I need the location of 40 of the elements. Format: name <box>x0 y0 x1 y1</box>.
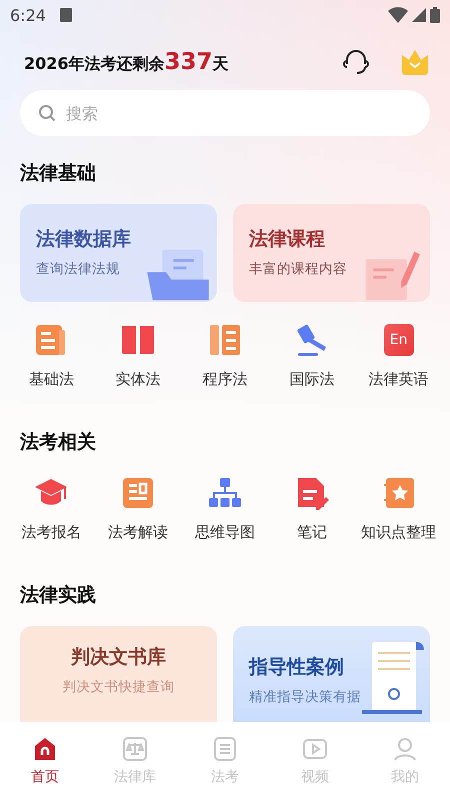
home-icon <box>32 736 58 762</box>
search-field[interactable]: 搜索 <box>20 90 430 136</box>
exam-countdown: 2026年法考还剩余337天 <box>24 49 230 75</box>
card-title: 法律数据库 <box>36 227 131 252</box>
section-title: 法律基础 <box>20 161 97 186</box>
card-title: 判决文书库 <box>71 645 166 670</box>
feature-card[interactable]: 法律课程 丰富的课程内容 <box>233 204 430 302</box>
shortcut-item[interactable]: 笔记 <box>268 475 356 542</box>
shortcut-item[interactable]: 程序法 <box>182 322 268 389</box>
shortcut-item[interactable]: 思维导图 <box>182 475 268 542</box>
section-title: 法考相关 <box>20 430 97 455</box>
signal-icon <box>412 8 426 22</box>
feature-card[interactable]: 法律数据库 查询法律法规 <box>20 204 217 302</box>
tab-bar-item[interactable]: 首页 <box>0 722 90 800</box>
shortcut-item[interactable]: 国际法 <box>268 322 356 389</box>
document-icon <box>212 736 238 762</box>
person-icon <box>392 736 418 762</box>
shortcut-item[interactable]: 基础法 <box>8 322 95 389</box>
card-subtitle: 判决文书快捷查询 <box>62 678 176 696</box>
video-icon <box>302 736 328 762</box>
english-icon: En <box>384 324 414 356</box>
feature-card[interactable]: 指导性案例 精准指导决策有据 <box>233 626 430 722</box>
card-subtitle: 查询法律法规 <box>36 260 121 278</box>
scale-icon <box>122 736 148 762</box>
shortcut-item[interactable]: 知识点整理 <box>355 475 442 542</box>
card-title: 指导性案例 <box>249 655 344 680</box>
search-icon <box>38 104 56 122</box>
shortcut-item[interactable]: En 法律英语 <box>355 322 442 389</box>
card-subtitle: 丰富的课程内容 <box>249 260 348 278</box>
shortcut-item[interactable]: 实体法 <box>94 322 182 389</box>
feature-card[interactable]: 判决文书库 判决文书快捷查询 <box>20 626 217 722</box>
wifi-icon <box>388 7 408 23</box>
status-time: 6:24 <box>10 6 46 24</box>
card-title: 法律课程 <box>249 227 325 252</box>
card-subtitle: 精准指导决策有据 <box>249 688 362 706</box>
shortcut-item[interactable]: 法考报名 <box>8 475 95 542</box>
section-title: 法律实践 <box>20 583 97 608</box>
battery-icon <box>430 7 440 23</box>
shortcut-item[interactable]: 法考解读 <box>94 475 182 542</box>
headset-icon[interactable] <box>342 48 370 76</box>
